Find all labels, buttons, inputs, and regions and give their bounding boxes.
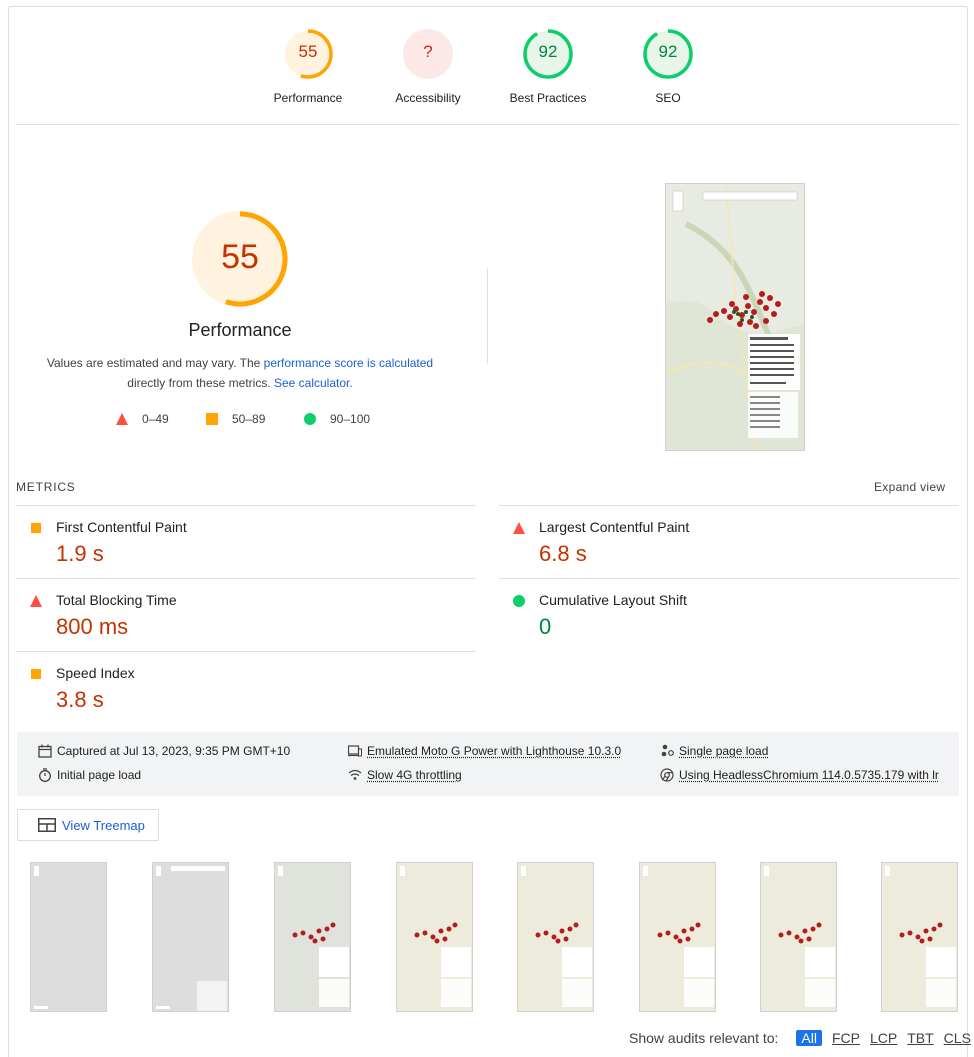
frame-map-image (397, 863, 473, 1012)
calculator-link[interactable]: See calculator. (274, 376, 353, 390)
legend-average: 50–89 (206, 412, 265, 426)
frame-map-image (761, 863, 837, 1012)
gauge-score: 92 (608, 42, 728, 62)
frame-map-image (518, 863, 594, 1012)
metric-value: 0 (539, 614, 551, 640)
metric-name: Largest Contentful Paint (539, 519, 689, 535)
frame-map-image (882, 863, 958, 1012)
gauge-accessibility[interactable]: ? Accessibility (368, 29, 488, 79)
metric-fcp: First Contentful Paint 1.9 s (16, 505, 476, 578)
metric-value: 6.8 s (539, 541, 587, 567)
score-calculated-link[interactable]: performance score is calculated (264, 356, 433, 370)
filmstrip-frame-8 (881, 862, 958, 1012)
single-load-icon (660, 744, 674, 758)
browser-info[interactable]: Using HeadlessChromium 114.0.5735.179 wi… (660, 768, 939, 782)
circle-icon (513, 595, 525, 607)
metric-si: Speed Index 3.8 s (16, 651, 476, 724)
chrome-icon (660, 768, 674, 782)
throttle-text: Slow 4G throttling (367, 768, 462, 782)
treemap-label: View Treemap (62, 818, 145, 833)
metric-name: Total Blocking Time (56, 592, 177, 608)
square-icon (30, 522, 42, 534)
metric-tbt: Total Blocking Time 800 ms (16, 578, 476, 651)
metric-name: Speed Index (56, 665, 135, 681)
initial-text: Initial page load (57, 768, 141, 782)
single-page-load[interactable]: Single page load (660, 744, 768, 758)
final-screenshot[interactable] (665, 183, 805, 451)
metric-value: 1.9 s (56, 541, 104, 567)
performance-description: Values are estimated and may vary. The p… (30, 353, 450, 393)
legend-pass: 90–100 (304, 412, 370, 426)
runtime-settings: Captured at Jul 13, 2023, 9:35 PM GMT+10… (17, 732, 959, 796)
metric-value: 3.8 s (56, 687, 104, 713)
performance-title: Performance (100, 320, 380, 341)
triangle-icon (116, 413, 128, 425)
metric-cls: Cumulative Layout Shift 0 (499, 578, 959, 651)
gauge-score: 92 (488, 42, 608, 62)
square-icon (206, 413, 218, 425)
filmstrip-frame-2 (152, 862, 229, 1012)
desc-text-2: directly from these metrics. (127, 376, 274, 390)
metrics-heading: METRICS (16, 480, 76, 494)
gauge-performance[interactable]: 55 Performance (248, 29, 368, 79)
triangle-icon (30, 595, 42, 607)
header-divider (16, 124, 959, 125)
gauge-score: ? (368, 42, 488, 62)
calendar-icon (38, 744, 52, 758)
device-text: Emulated Moto G Power with Lighthouse 10… (367, 744, 621, 758)
filmstrip-frame-5 (517, 862, 594, 1012)
view-treemap-button[interactable]: View Treemap (17, 809, 159, 841)
gauge-best-practices[interactable]: 92 Best Practices (488, 29, 608, 79)
vertical-divider (487, 268, 488, 364)
performance-score: 55 (190, 238, 290, 277)
filmstrip-frame-6 (639, 862, 716, 1012)
circle-icon (304, 413, 316, 425)
filter-lcp[interactable]: LCP (870, 1030, 897, 1046)
legend-label: 90–100 (330, 412, 370, 426)
audit-filter-label: Show audits relevant to: (629, 1030, 778, 1046)
triangle-icon (513, 522, 525, 534)
map-screenshot-image (666, 184, 805, 451)
filter-tbt[interactable]: TBT (907, 1030, 933, 1046)
gauge-label: SEO (608, 91, 728, 105)
single-text: Single page load (679, 744, 768, 758)
filmstrip-frame-3 (274, 862, 351, 1012)
filmstrip-frame-7 (760, 862, 837, 1012)
filter-cls[interactable]: CLS (944, 1030, 971, 1046)
frame-loading-image (153, 863, 229, 1012)
square-icon (30, 668, 42, 680)
devices-icon (348, 744, 362, 758)
emulated-device[interactable]: Emulated Moto G Power with Lighthouse 10… (348, 744, 621, 758)
metric-name: Cumulative Layout Shift (539, 592, 687, 608)
filmstrip-frame-1 (30, 862, 107, 1012)
metric-value: 800 ms (56, 614, 128, 640)
browser-text: Using HeadlessChromium 114.0.5735.179 wi… (679, 768, 939, 782)
legend-label: 0–49 (142, 412, 169, 426)
frame-map-image (275, 863, 351, 1012)
metric-name: First Contentful Paint (56, 519, 187, 535)
gauge-label: Best Practices (488, 91, 608, 105)
filter-fcp[interactable]: FCP (832, 1030, 860, 1046)
desc-text: Values are estimated and may vary. The (47, 356, 264, 370)
filmstrip-frame-4 (396, 862, 473, 1012)
gauge-seo[interactable]: 92 SEO (608, 29, 728, 79)
legend-fail: 0–49 (116, 412, 169, 426)
expand-view-toggle[interactable]: Expand view (874, 480, 945, 494)
audit-filter: Show audits relevant to: All FCP LCP TBT… (629, 1030, 971, 1046)
initial-load: Initial page load (38, 768, 141, 782)
frame-map-image (640, 863, 716, 1012)
wifi-icon (348, 768, 362, 782)
captured-at: Captured at Jul 13, 2023, 9:35 PM GMT+10 (38, 744, 290, 758)
timer-icon (38, 768, 52, 782)
frame-blank-image (31, 863, 107, 1012)
gauge-label: Accessibility (368, 91, 488, 105)
gauge-score: 55 (248, 42, 368, 62)
legend-label: 50–89 (232, 412, 265, 426)
treemap-icon (38, 818, 56, 832)
filter-all[interactable]: All (796, 1030, 822, 1046)
metric-lcp: Largest Contentful Paint 6.8 s (499, 505, 959, 578)
gauge-label: Performance (248, 91, 368, 105)
captured-text: Captured at Jul 13, 2023, 9:35 PM GMT+10 (57, 744, 290, 758)
network-throttling[interactable]: Slow 4G throttling (348, 768, 462, 782)
